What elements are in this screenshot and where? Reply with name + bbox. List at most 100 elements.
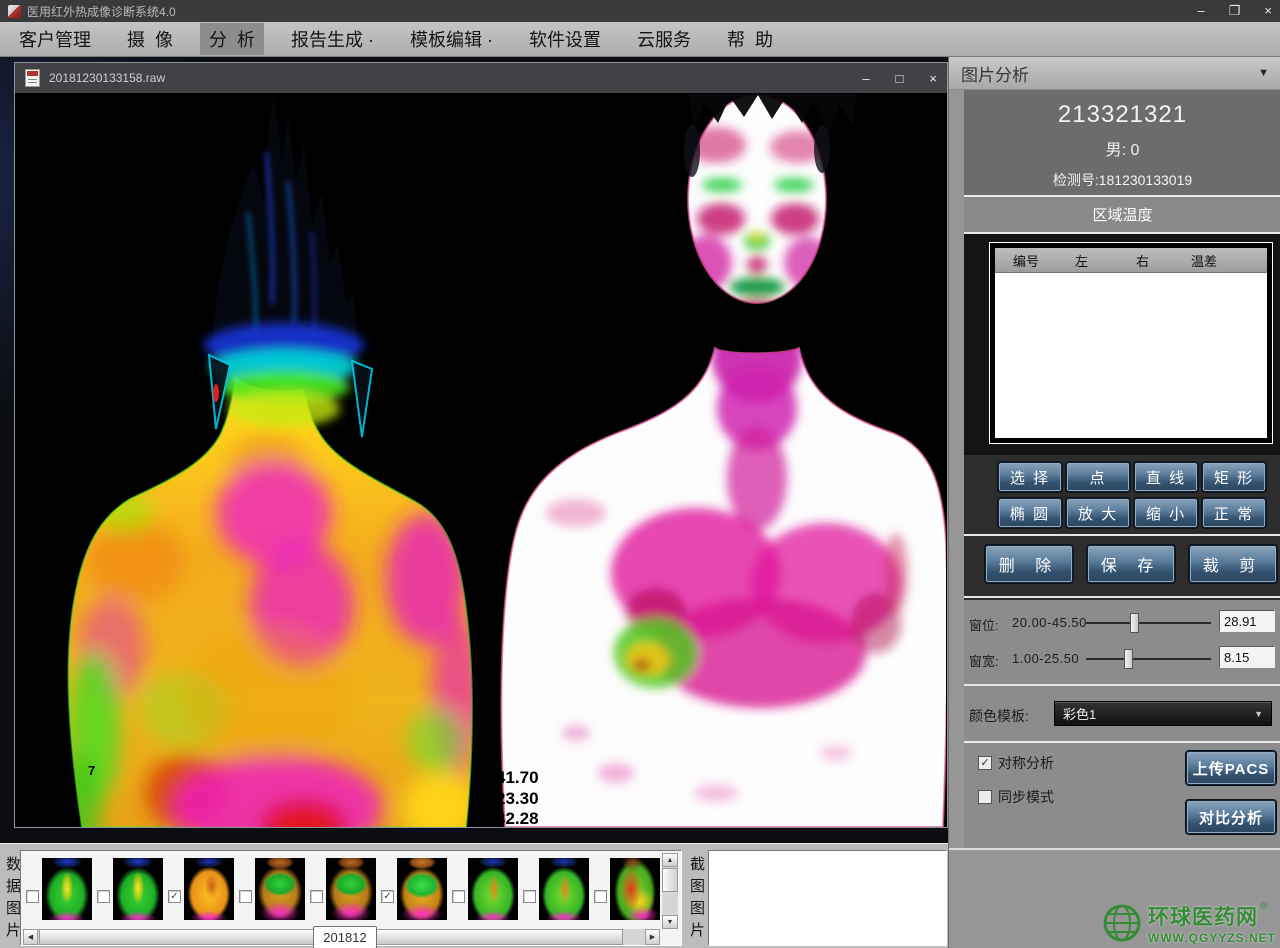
exam-number: 检测号:181230133019 xyxy=(964,170,1280,190)
application-window: 医用红外热成像诊断系统4.0 – ❐ × 客户管理 摄 像 分 析 报告生成 ·… xyxy=(0,0,1280,948)
rectangle-tool-button[interactable]: 矩 形 xyxy=(1202,462,1266,492)
menu-item-capture[interactable]: 摄 像 xyxy=(118,23,182,55)
scroll-left-icon[interactable]: ◀ xyxy=(23,929,38,945)
temperature-partial-reading: 7 xyxy=(88,763,95,778)
zoom-in-button[interactable]: 放 大 xyxy=(1066,498,1130,528)
image-window-titlebar[interactable]: 20181230133158.raw – □ × xyxy=(15,63,947,93)
close-button[interactable]: × xyxy=(1264,0,1272,22)
chevron-down-icon: ▼ xyxy=(1254,709,1263,719)
sync-mode-checkbox[interactable] xyxy=(978,790,992,804)
window-width-row: 窗宽: 1.00-25.50 8.15 xyxy=(964,646,1280,672)
analysis-options-section: ✓ 对称分析 同步模式 上传PACS 对比分析 xyxy=(964,741,1280,848)
vertical-scrollbar-thumb[interactable] xyxy=(662,868,678,892)
window-width-value[interactable]: 8.15 xyxy=(1219,646,1275,668)
window-level-slider[interactable] xyxy=(1086,622,1211,624)
menu-item-cloud-service[interactable]: 云服务 xyxy=(628,23,700,55)
symmetric-analysis-checkbox[interactable]: ✓ xyxy=(978,756,992,770)
column-right: 右 xyxy=(1136,251,1149,270)
point-tool-button[interactable]: 点 xyxy=(1066,462,1130,492)
thumbnail-image-8[interactable] xyxy=(539,858,589,920)
window-width-slider-handle[interactable] xyxy=(1124,649,1133,669)
divider xyxy=(964,596,1280,598)
temperature-max: 41.70 xyxy=(496,768,539,787)
minimize-button[interactable]: – xyxy=(1198,0,1205,22)
thumbnail-checkbox-4[interactable] xyxy=(239,890,252,903)
thumbnail-image-5[interactable] xyxy=(326,858,376,920)
thumbnail-checkbox-3[interactable]: ✓ xyxy=(168,890,181,903)
thumbnail-vertical-scrollbar[interactable]: ▲ ▼ xyxy=(662,853,678,929)
color-template-section: 颜色模板: 彩色1 ▼ xyxy=(964,684,1280,741)
thumbnail-checkbox-2[interactable] xyxy=(97,890,110,903)
scroll-up-icon[interactable]: ▲ xyxy=(662,853,678,867)
thumbnail-image-9[interactable] xyxy=(610,858,660,920)
window-width-slider[interactable] xyxy=(1086,658,1211,660)
roi-table-section: 编号 左 右 温差 xyxy=(964,234,1280,455)
watermark: 环球医药网 ® WWW.QGYYZS.NET xyxy=(1101,901,1276,945)
zoom-out-button[interactable]: 缩 小 xyxy=(1134,498,1198,528)
thumbnail-image-3[interactable] xyxy=(184,858,234,920)
thermal-image-canvas[interactable]: 7 xyxy=(16,93,946,827)
window-level-value[interactable]: 28.91 xyxy=(1219,610,1275,632)
thumbnail-image-2[interactable] xyxy=(113,858,163,920)
menu-bar: 客户管理 摄 像 分 析 报告生成 · 模板编辑 · 软件设置 云服务 帮 助 xyxy=(0,22,1280,57)
sync-mode-option: 同步模式 xyxy=(978,789,1054,805)
thumbnail-checkbox-1[interactable] xyxy=(26,890,39,903)
scroll-down-icon[interactable]: ▼ xyxy=(662,915,678,929)
screenshot-images-panel xyxy=(708,850,947,946)
panel-header: 图片分析 ▼ xyxy=(949,57,1280,90)
window-width-label: 窗宽: xyxy=(969,651,999,670)
line-tool-button[interactable]: 直 线 xyxy=(1134,462,1198,492)
thumbnail-checkbox-6[interactable]: ✓ xyxy=(381,890,394,903)
scroll-right-icon[interactable]: ▶ xyxy=(645,929,660,945)
upload-pacs-button[interactable]: 上传PACS xyxy=(1186,751,1276,785)
bottom-strip: 数据图片 ✓ ✓ ▲ ▼ ◀ xyxy=(0,843,948,948)
app-titlebar: 医用红外热成像诊断系统4.0 – ❐ × xyxy=(0,0,1280,22)
thumbnail-checkbox-9[interactable] xyxy=(594,890,607,903)
image-analysis-panel: 图片分析 ▼ 213321321 男: 0 检测号:181230133019 区… xyxy=(948,57,1280,948)
menu-item-customer-management[interactable]: 客户管理 xyxy=(10,23,100,55)
thumbnail-checkbox-5[interactable] xyxy=(310,890,323,903)
normal-view-button[interactable]: 正 常 xyxy=(1202,498,1266,528)
delete-button[interactable]: 删 除 xyxy=(985,545,1073,583)
menu-item-analysis[interactable]: 分 析 xyxy=(200,23,264,55)
roi-table-body[interactable] xyxy=(995,273,1267,438)
roi-temperature-table[interactable]: 编号 左 右 温差 xyxy=(989,242,1273,444)
thumbnail-checkbox-7[interactable] xyxy=(452,890,465,903)
menu-item-software-settings[interactable]: 软件设置 xyxy=(520,23,610,55)
restore-button[interactable]: ❐ xyxy=(1229,0,1241,22)
roi-table-header: 编号 左 右 温差 xyxy=(995,248,1267,273)
image-window-close-button[interactable]: × xyxy=(929,71,937,86)
thumbnail-image-7[interactable] xyxy=(468,858,518,920)
window-level-width-section: 窗位: 20.00-45.50 28.91 窗宽: 1.00-25.50 8.1… xyxy=(964,600,1280,684)
app-title: 医用红外热成像诊断系统4.0 xyxy=(27,3,176,20)
thermal-image-viewport[interactable]: 7 xyxy=(16,93,946,827)
temperature-min: 23.30 xyxy=(496,789,539,808)
thumbnail-image-1[interactable] xyxy=(42,858,92,920)
thumbnail-image-4[interactable] xyxy=(255,858,305,920)
window-level-row: 窗位: 20.00-45.50 28.91 xyxy=(964,610,1280,636)
color-template-dropdown[interactable]: 彩色1 ▼ xyxy=(1054,701,1272,726)
window-level-slider-handle[interactable] xyxy=(1130,613,1139,633)
symmetric-analysis-option: ✓ 对称分析 xyxy=(978,755,1054,771)
patient-gender-age: 男: 0 xyxy=(964,136,1280,160)
image-window-minimize-button[interactable]: – xyxy=(862,71,869,86)
compare-analysis-button[interactable]: 对比分析 xyxy=(1186,800,1276,834)
window-level-label: 窗位: xyxy=(969,615,999,634)
temperature-readings: 41.70 23.30 32.28 xyxy=(496,768,539,827)
save-button[interactable]: 保 存 xyxy=(1087,545,1175,583)
crop-button[interactable]: 裁 剪 xyxy=(1189,545,1277,583)
ellipse-tool-button[interactable]: 椭 圆 xyxy=(998,498,1062,528)
thumbnail-checkbox-8[interactable] xyxy=(523,890,536,903)
window-width-range: 1.00-25.50 xyxy=(1012,651,1079,666)
menu-item-report-generation[interactable]: 报告生成 · xyxy=(282,23,383,55)
menu-item-help[interactable]: 帮 助 xyxy=(718,23,782,55)
image-window-maximize-button[interactable]: □ xyxy=(896,71,904,86)
color-template-label: 颜色模板: xyxy=(969,706,1029,726)
thumbnail-tooltip: 201812 xyxy=(313,926,377,948)
watermark-site-name: 环球医药网 xyxy=(1148,901,1258,931)
thumbnail-image-6[interactable] xyxy=(397,858,447,920)
chevron-down-icon[interactable]: ▼ xyxy=(1258,67,1269,79)
select-tool-button[interactable]: 选 择 xyxy=(998,462,1062,492)
menu-item-template-edit[interactable]: 模板编辑 · xyxy=(401,23,502,55)
divider xyxy=(964,534,1280,536)
